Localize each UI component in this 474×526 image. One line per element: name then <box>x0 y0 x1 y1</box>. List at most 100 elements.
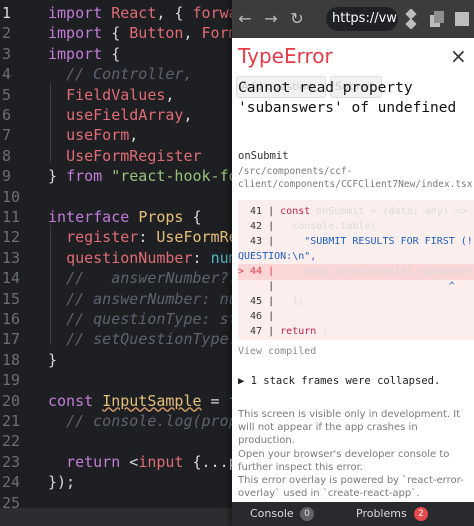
line-number: 13 <box>2 248 21 267</box>
code-text: useForm, <box>48 125 138 145</box>
line-number: 14 <box>2 269 21 288</box>
tab-problems[interactable]: Problems <box>356 502 407 526</box>
code-text: // questionType: st <box>48 309 238 329</box>
code-token: questionNumber <box>66 248 193 267</box>
code-text: register: UseFormReg <box>48 227 247 247</box>
snippet-gutter: > 44 | <box>238 266 281 277</box>
line-number: 17 <box>2 330 21 349</box>
snippet-line: 46 | <box>238 309 474 325</box>
code-token: from <box>66 167 112 186</box>
collapsed-frames-toggle[interactable]: ▶ 1 stack frames were collapsed. <box>238 375 440 387</box>
code-token: < <box>129 452 139 471</box>
code-token: , <box>165 85 175 104</box>
snippet-token: data.formvalues[0].subanswers <box>280 266 474 277</box>
address-bar[interactable]: https://vw <box>326 7 398 31</box>
line-number: 2 <box>2 24 12 43</box>
view-compiled-link[interactable]: View compiled <box>238 346 316 357</box>
snippet-line: QUESTION:\n", <box>238 249 474 265</box>
code-token: : <box>192 248 211 267</box>
code-text: // setQuestionType: <box>48 329 238 349</box>
code-text: } <box>48 350 57 370</box>
devtools-tab-strip: Console 0 Problems 2 <box>232 502 474 526</box>
code-token: import <box>48 4 112 22</box>
code-text: // console.log(props <box>48 411 247 431</box>
line-number: 4 <box>2 65 12 84</box>
code-token: useFieldArray <box>66 106 184 124</box>
code-token: input <box>138 452 184 471</box>
reload-button[interactable]: ↻ <box>284 0 310 38</box>
code-token: UseFormRegister <box>66 146 202 165</box>
snippet-token: "SUBMIT RESULTS FOR FIRST (!) <box>280 236 474 247</box>
code-snippet: 41 | const onSubmit = (data: any) => 42 … <box>238 200 474 340</box>
line-number: 16 <box>2 310 21 328</box>
line-number: 5 <box>2 85 12 104</box>
line-number: 9 <box>2 167 12 186</box>
error-message: Cannot read property 'subanswers' of und… <box>238 80 457 116</box>
code-token: React <box>111 4 157 22</box>
line-number: 6 <box>2 106 12 124</box>
line-number: 12 <box>2 228 21 247</box>
snippet-token: const <box>280 206 317 217</box>
code-token: } <box>48 167 67 186</box>
code-token: , <box>129 126 139 145</box>
line-number: 11 <box>2 208 21 226</box>
forward-button[interactable]: → <box>258 0 284 38</box>
code-text: // answerNumber: nu <box>48 289 238 309</box>
line-number: 19 <box>2 371 21 390</box>
code-token: import <box>48 44 112 63</box>
react-error-overlay: Add question Submit TypeError × Cannot r… <box>232 38 474 502</box>
snippet-gutter: 46 | <box>238 311 281 322</box>
snippet-token: ( <box>322 326 329 337</box>
snippet-token: onSubmit = (data: any) => <box>316 206 467 217</box>
line-number: 7 <box>2 126 12 145</box>
code-token: register <box>66 228 139 247</box>
browser-toolbar: ← → ↻ https://vw <box>232 0 474 38</box>
code-token: = <box>201 391 229 410</box>
tab-console[interactable]: Console <box>250 502 294 526</box>
code-text: useFieldArray, <box>48 105 192 125</box>
code-text: return <input {...pr <box>48 452 247 472</box>
tab-icon[interactable] <box>428 9 446 29</box>
code-text: questionNumber: num <box>48 248 238 268</box>
code-token: , { <box>156 4 193 22</box>
code-token: , <box>183 24 202 43</box>
code-token: "react-hook-fo <box>111 167 238 186</box>
stack-function-name: onSubmit <box>238 150 289 162</box>
snippet-line: 47 | return ( <box>238 324 474 340</box>
code-text: import { Button, Form <box>48 23 238 43</box>
code-token: InputSample <box>102 391 202 410</box>
console-count-badge: 0 <box>300 507 314 521</box>
code-text: // Controller, <box>48 64 192 84</box>
snippet-line: | ^ <box>238 279 474 295</box>
code-token: : <box>138 228 157 247</box>
code-token: { <box>183 208 202 226</box>
problems-count-badge: 2 <box>414 507 428 521</box>
line-number: 10 <box>2 187 21 206</box>
window-icon[interactable] <box>453 9 471 29</box>
overlay-footer: This screen is visible only in developme… <box>238 408 472 500</box>
code-text: FieldValues, <box>48 85 174 105</box>
line-number: 8 <box>2 146 12 165</box>
line-number: 22 <box>2 432 21 451</box>
close-icon[interactable]: × <box>450 44 467 68</box>
snippet-gutter: 42 | <box>238 221 281 232</box>
back-button[interactable]: ← <box>232 0 258 38</box>
footer-line: This screen is visible only in developme… <box>238 409 461 447</box>
line-number: 23 <box>2 452 21 471</box>
snippet-gutter: 41 | <box>238 206 281 217</box>
snippet-token: ^ <box>280 281 455 292</box>
stack-file-path[interactable]: /src/components/ccf- client/components/C… <box>238 165 474 191</box>
extensions-icon[interactable] <box>402 9 420 29</box>
code-token: } <box>48 350 58 369</box>
code-token: { <box>111 44 121 63</box>
